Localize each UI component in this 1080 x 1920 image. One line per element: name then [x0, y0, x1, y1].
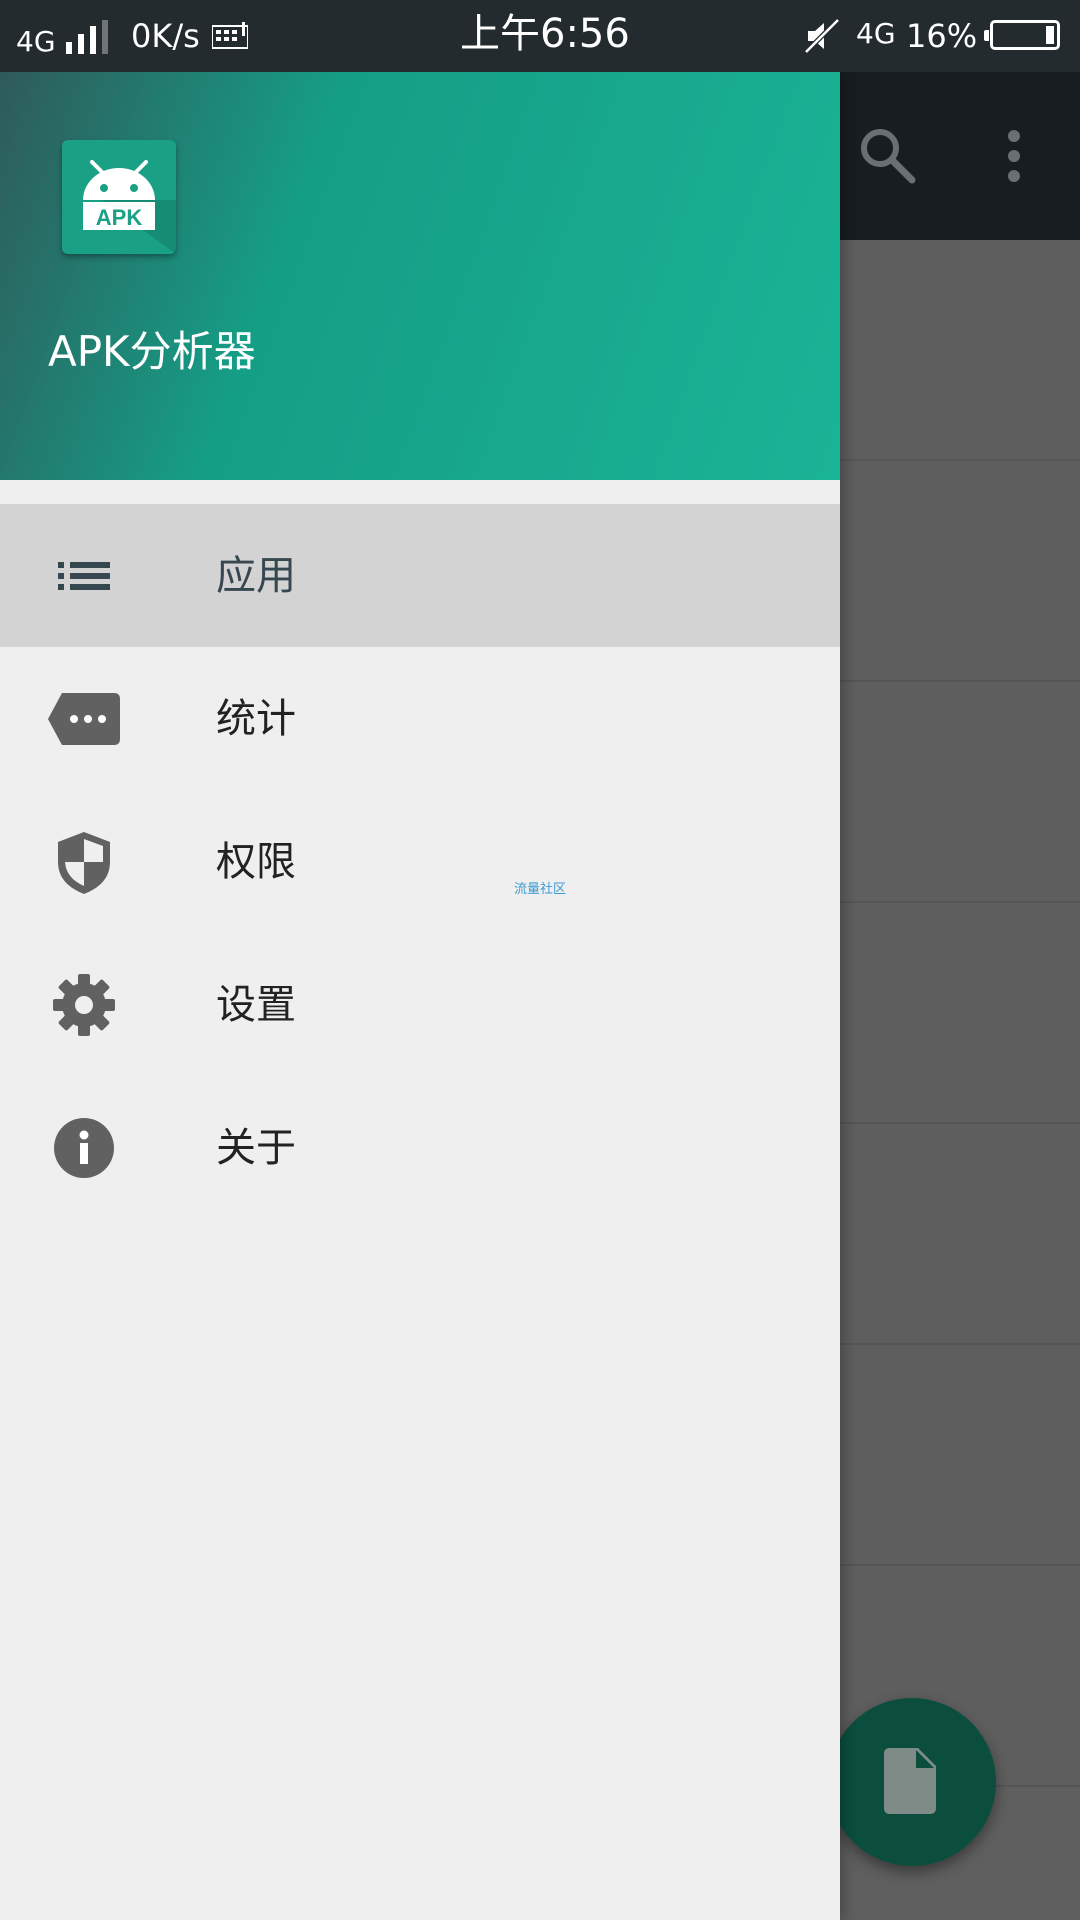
- menu-item-apps[interactable]: 应用: [0, 504, 840, 647]
- menu-label: 关于: [216, 1125, 296, 1171]
- menu-label: 权限: [216, 839, 296, 885]
- keyboard-icon: [212, 22, 248, 49]
- menu-item-permissions[interactable]: 权限: [0, 790, 840, 933]
- gear-icon: [53, 974, 115, 1036]
- app-logo-text: APK: [96, 205, 143, 230]
- clock: 上午6:56: [460, 11, 630, 57]
- more-options-icon[interactable]: [996, 128, 1032, 184]
- menu-label: 应用: [216, 553, 296, 599]
- menu-label: 设置: [216, 982, 296, 1028]
- search-icon[interactable]: [858, 126, 918, 186]
- menu-label: 统计: [216, 696, 296, 742]
- label-icon: [48, 693, 120, 745]
- info-icon: [54, 1118, 114, 1178]
- drawer-menu: 应用 统计 权限 设置 关于: [0, 504, 840, 1219]
- menu-item-statistics[interactable]: 统计: [0, 647, 840, 790]
- list-icon: [58, 562, 110, 590]
- menu-item-settings[interactable]: 设置: [0, 933, 840, 1076]
- watermark-text: 流量社区: [514, 882, 567, 897]
- menu-item-about[interactable]: 关于: [0, 1076, 840, 1219]
- network-speed: 0K/s: [131, 17, 200, 55]
- network-type-right: 4G: [856, 17, 896, 50]
- network-type-left: 4G: [16, 25, 56, 58]
- navigation-drawer: APK APK分析器 应用 统计 权限 设置 关于: [0, 72, 840, 1920]
- shield-icon: [58, 832, 110, 894]
- app-title: APK分析器: [48, 327, 256, 376]
- app-logo-icon: APK: [62, 140, 176, 254]
- file-icon: [884, 1748, 936, 1814]
- mute-icon: [804, 18, 840, 54]
- status-bar: 4G 0K/s 上午6:56 4G 16%: [0, 0, 1080, 72]
- battery-percent: 16%: [906, 17, 978, 55]
- battery-icon: [984, 20, 1060, 50]
- drawer-header: APK APK分析器: [0, 72, 840, 480]
- open-file-button[interactable]: [828, 1698, 996, 1866]
- signal-icon: [64, 20, 110, 54]
